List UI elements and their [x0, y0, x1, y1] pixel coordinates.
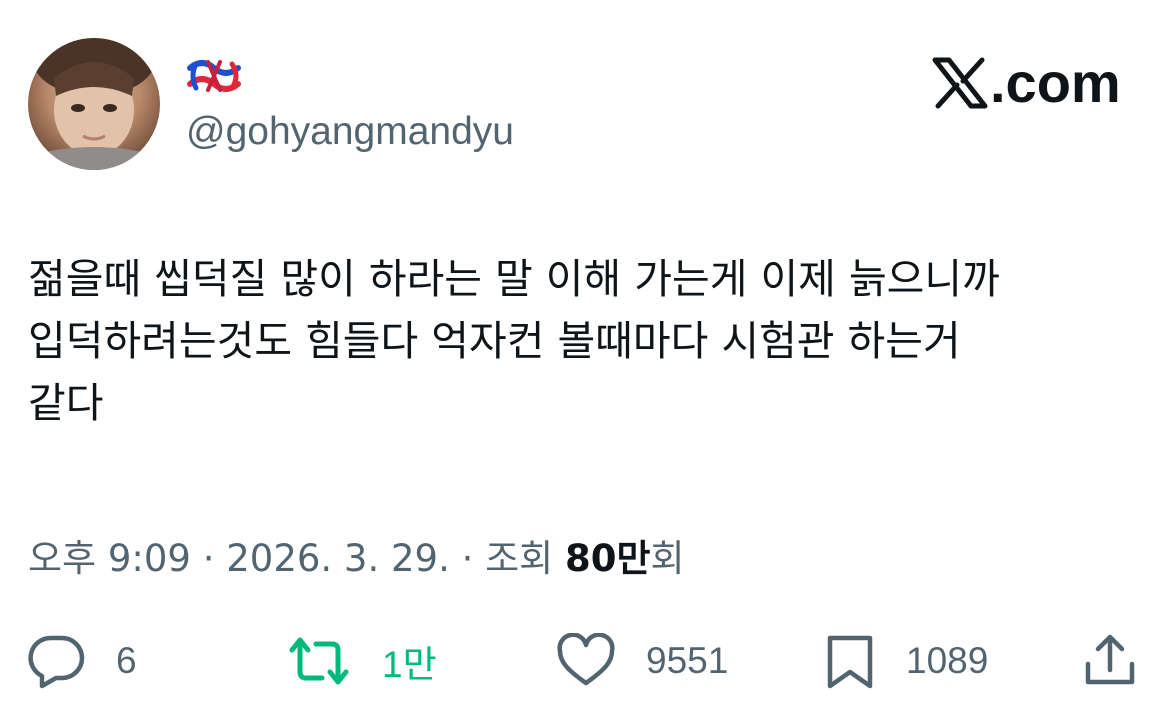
meta-separator: ·: [202, 537, 215, 580]
bookmark-count: 1089: [906, 640, 989, 681]
views-suffix: 회: [650, 537, 685, 580]
retweet-count: 1만: [382, 644, 437, 685]
share-icon: [1085, 634, 1135, 685]
tweet-line: 입덕하려는것도 힘들다 억자컨 볼때마다 시험관 하는거: [28, 317, 961, 365]
rope-knot-emoji: [186, 56, 244, 96]
avatar-photo: [28, 38, 160, 170]
action-bar: 6 1만 9551 1089: [0, 626, 1170, 696]
author-handle[interactable]: @gohyangmandyu: [186, 110, 514, 154]
post-date[interactable]: 2026. 3. 29.: [226, 537, 450, 580]
views-count: 80만: [564, 537, 651, 580]
tweet-meta: 오후 9:09 · 2026. 3. 29. · 조회 80만회: [28, 528, 685, 582]
share-button[interactable]: [1080, 626, 1140, 696]
avatar[interactable]: [28, 38, 160, 170]
heart-icon: [557, 633, 615, 686]
reply-count: 6: [116, 640, 137, 681]
bookmark-icon: [827, 635, 873, 689]
x-com-logo: .com: [932, 50, 1121, 115]
views-label: 조회: [485, 537, 554, 580]
bookmark-button[interactable]: 1089: [824, 626, 988, 696]
logo-text: .com: [990, 51, 1121, 114]
reply-button[interactable]: 6: [28, 626, 137, 696]
tweet-line: 같다: [28, 379, 104, 427]
like-button[interactable]: 9551: [556, 626, 728, 696]
meta-separator: ·: [461, 537, 474, 580]
like-count: 9551: [646, 640, 729, 681]
x-logo-icon: [932, 57, 988, 108]
retweet-icon: [289, 637, 349, 685]
retweet-button[interactable]: 1만: [286, 626, 437, 696]
post-time[interactable]: 오후 9:09: [28, 537, 191, 580]
tweet-line: 젊을때 씹덕질 많이 하라는 말 이해 가는게 이제 늙으니까: [28, 255, 1000, 303]
tweet-text: 젊을때 씹덕질 많이 하라는 말 이해 가는게 이제 늙으니까 입덕하려는것도 …: [28, 248, 1148, 434]
reply-bubble-icon: [28, 635, 85, 689]
